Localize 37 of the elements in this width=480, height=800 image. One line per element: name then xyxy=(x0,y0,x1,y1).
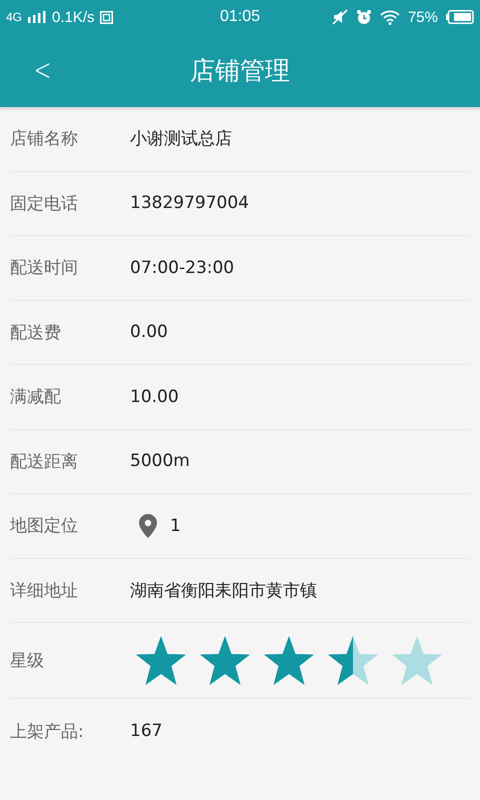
field-label: 配送时间 xyxy=(10,257,79,280)
field-label: 上架产品: xyxy=(10,720,85,743)
mute-icon xyxy=(332,9,348,25)
back-button[interactable]: < xyxy=(30,53,56,88)
page-title: 店铺管理 xyxy=(190,55,290,87)
field-value: 13829797004 xyxy=(130,193,249,214)
field-value: 07:00-23:00 xyxy=(130,258,234,278)
star-icon xyxy=(198,634,252,688)
field-label: 详细地址 xyxy=(10,580,79,602)
battery-icon xyxy=(446,10,474,24)
location-pin-icon[interactable] xyxy=(138,512,158,539)
status-time: 01:05 xyxy=(220,8,260,26)
star-icon xyxy=(262,634,316,688)
field-value: 5000m xyxy=(130,451,190,472)
field-label: 配送距离 xyxy=(10,450,79,473)
field-label: 星级 xyxy=(10,650,45,672)
field-label: 满减配 xyxy=(10,386,62,408)
field-value: 小谢测试总店 xyxy=(130,128,232,150)
field-label: 配送费 xyxy=(10,322,62,344)
field-value: 湖南省衡阳耒阳市黄市镇 xyxy=(130,580,317,602)
signal-icon xyxy=(27,11,48,23)
sim-icon xyxy=(100,10,113,24)
field-label: 固定电话 xyxy=(10,192,79,215)
field-value: 0.00 xyxy=(130,322,168,342)
star-icon xyxy=(390,634,444,688)
wifi-icon xyxy=(380,10,400,24)
field-value: 167 xyxy=(130,721,162,742)
star-icon xyxy=(326,634,380,688)
network-speed: 0.1K/s xyxy=(52,8,95,26)
field-value: 1 xyxy=(170,516,181,536)
battery-percent: 75% xyxy=(408,8,438,26)
alarm-icon xyxy=(356,9,372,25)
field-label: 地图定位 xyxy=(10,515,79,538)
field-value: 10.00 xyxy=(130,386,179,407)
star-icon xyxy=(134,634,188,688)
network-type: 4G xyxy=(6,10,22,24)
field-label: 店铺名称 xyxy=(10,128,79,150)
